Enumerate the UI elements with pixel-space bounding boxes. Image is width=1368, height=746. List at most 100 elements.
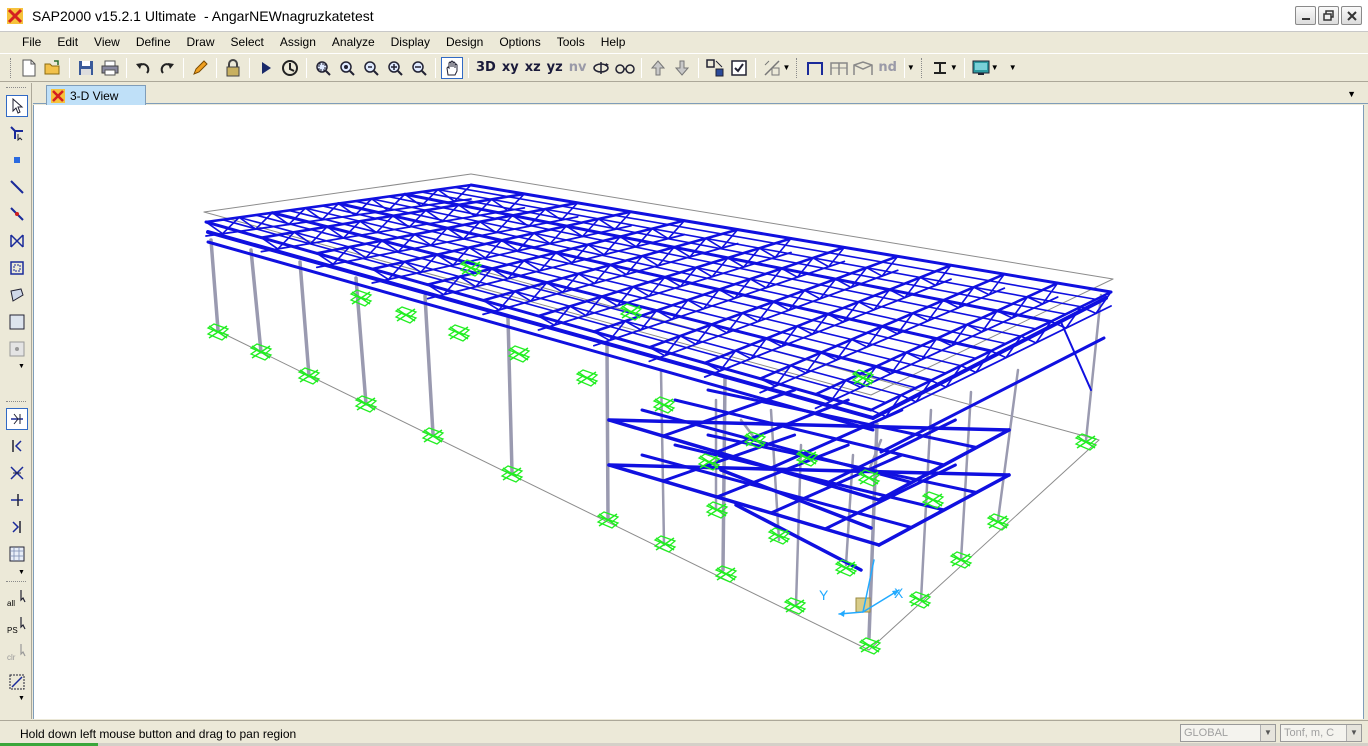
select-all-button[interactable]: all — [6, 589, 28, 611]
perspective-toggle-button[interactable] — [614, 57, 636, 79]
get-previous-selection-button[interactable]: PS — [6, 616, 28, 638]
toolbar-grip[interactable] — [920, 57, 924, 78]
restore-previous-zoom-button[interactable] — [360, 57, 382, 79]
columns — [209, 238, 1103, 640]
toolbar-grip[interactable] — [796, 57, 799, 78]
snap-perpendicular-button[interactable] — [6, 489, 28, 511]
snap-lines-button[interactable] — [6, 516, 28, 538]
restore-full-view-button[interactable] — [336, 57, 358, 79]
frame-sections-button[interactable] — [929, 57, 951, 79]
menu-analyze[interactable]: Analyze — [324, 32, 383, 52]
draw-frame-button[interactable] — [6, 176, 28, 198]
restore-button[interactable] — [1318, 6, 1339, 25]
toolbar-grip[interactable] — [10, 57, 13, 78]
menu-design[interactable]: Design — [438, 32, 491, 52]
left-toolbar-grip[interactable] — [6, 87, 26, 90]
zoom-previous-icon — [364, 60, 379, 76]
run-analysis-button[interactable] — [255, 57, 277, 79]
joint-square-icon — [14, 157, 20, 163]
new-model-button[interactable] — [18, 57, 40, 79]
units-select[interactable]: Tonf, m, C ▼ — [1280, 724, 1362, 742]
left-toolbar-grip[interactable] — [6, 401, 26, 404]
lock-model-button[interactable] — [222, 57, 244, 79]
move-up-list-button[interactable] — [647, 57, 669, 79]
snap-intersections-button[interactable] — [6, 462, 28, 484]
pan-button[interactable] — [441, 56, 463, 79]
clear-selection-button[interactable]: clr — [6, 643, 28, 665]
undeformed-shape-dropdown[interactable]: ▼ — [782, 63, 790, 72]
menu-tools[interactable]: Tools — [549, 32, 593, 52]
close-button[interactable] — [1341, 6, 1362, 25]
toolbar-separator — [249, 57, 250, 78]
menu-options[interactable]: Options — [491, 32, 548, 52]
set-display-options-button[interactable] — [728, 57, 750, 79]
toolbar-overflow-dropdown[interactable]: ▼ — [1009, 63, 1017, 72]
support-base — [652, 396, 676, 414]
undo-button[interactable] — [132, 57, 154, 79]
menu-view[interactable]: View — [86, 32, 128, 52]
move-down-list-button[interactable] — [671, 57, 693, 79]
snap-tools-dropdown[interactable]: ▼ — [18, 569, 25, 576]
fixed-support — [714, 565, 738, 583]
snap-ends-button[interactable] — [6, 435, 28, 457]
menu-edit[interactable]: Edit — [49, 32, 86, 52]
menu-assign[interactable]: Assign — [272, 32, 324, 52]
menu-define[interactable]: Define — [128, 32, 179, 52]
menu-file[interactable]: File — [14, 32, 49, 52]
draw-tools-dropdown[interactable]: ▼ — [18, 363, 25, 370]
draw-rectangular-area-button[interactable] — [6, 311, 28, 333]
toolbar-separator — [126, 57, 127, 78]
coordinate-system-select[interactable]: GLOBAL ▼ — [1180, 724, 1276, 742]
pointer-button[interactable] — [6, 95, 28, 117]
monitor-color-icon — [972, 60, 990, 75]
draw-poly-area-button[interactable] — [6, 284, 28, 306]
draw-braces-button[interactable] — [6, 230, 28, 252]
draw-secondary-beams-button[interactable] — [6, 257, 28, 279]
column — [298, 260, 311, 378]
tab-3d-view[interactable]: 3-D View — [46, 85, 146, 105]
reshape-button[interactable] — [6, 122, 28, 144]
quick-draw-area-button[interactable] — [6, 338, 28, 360]
intersecting-line-select-button[interactable] — [6, 671, 28, 693]
node-display-button[interactable]: nd — [878, 57, 897, 79]
set-xy-view-button[interactable]: xy — [502, 57, 519, 79]
select-tools-dropdown[interactable]: ▼ — [18, 695, 25, 702]
set-3d-view-button[interactable]: 3D — [476, 57, 496, 79]
snap-fine-grid-button[interactable] — [6, 543, 28, 565]
open-model-button[interactable] — [42, 57, 64, 79]
save-model-button[interactable] — [75, 57, 97, 79]
view-list-dropdown[interactable]: ▼ — [1347, 89, 1356, 99]
left-toolbar-grip[interactable] — [6, 581, 26, 584]
color-dropdown[interactable]: ▼ — [991, 63, 999, 72]
menu-select[interactable]: Select — [223, 32, 272, 52]
draw-truss-button[interactable] — [852, 57, 874, 79]
object-shrink-button[interactable] — [704, 57, 726, 79]
set-xz-view-button[interactable]: xz — [525, 57, 541, 79]
sections-dropdown[interactable]: ▼ — [950, 63, 958, 72]
set-nv-view-button[interactable]: nv — [569, 57, 587, 79]
snap-points-button[interactable] — [6, 408, 28, 430]
redo-button[interactable] — [156, 57, 178, 79]
rotate-3d-view-button[interactable] — [590, 57, 612, 79]
draw-two-bay-frame-button[interactable] — [828, 57, 850, 79]
print-graphics-button[interactable] — [99, 57, 121, 79]
zoom-in-button[interactable] — [384, 57, 406, 79]
draw-joint-button[interactable] — [6, 149, 28, 171]
minimize-button[interactable] — [1295, 6, 1316, 25]
secondary-beams-icon — [10, 261, 24, 275]
zoom-out-button[interactable] — [408, 57, 430, 79]
zoom-window-button[interactable] — [312, 57, 334, 79]
quick-draw-frame-button[interactable] — [6, 203, 28, 225]
column — [209, 238, 220, 332]
menu-draw[interactable]: Draw — [179, 32, 223, 52]
menu-help[interactable]: Help — [593, 32, 634, 52]
set-yz-view-button[interactable]: yz — [547, 57, 563, 79]
display-color-button[interactable] — [970, 57, 992, 79]
rubber-band-zoom-button[interactable] — [279, 57, 301, 79]
model-3d-viewport[interactable]: Y X — [33, 105, 1364, 719]
refresh-window-button[interactable] — [189, 57, 211, 79]
draw-frame-portal-button[interactable] — [804, 57, 826, 79]
frame-templates-dropdown[interactable]: ▼ — [907, 63, 915, 72]
menu-display[interactable]: Display — [383, 32, 438, 52]
show-undeformed-shape-button[interactable] — [761, 57, 783, 79]
